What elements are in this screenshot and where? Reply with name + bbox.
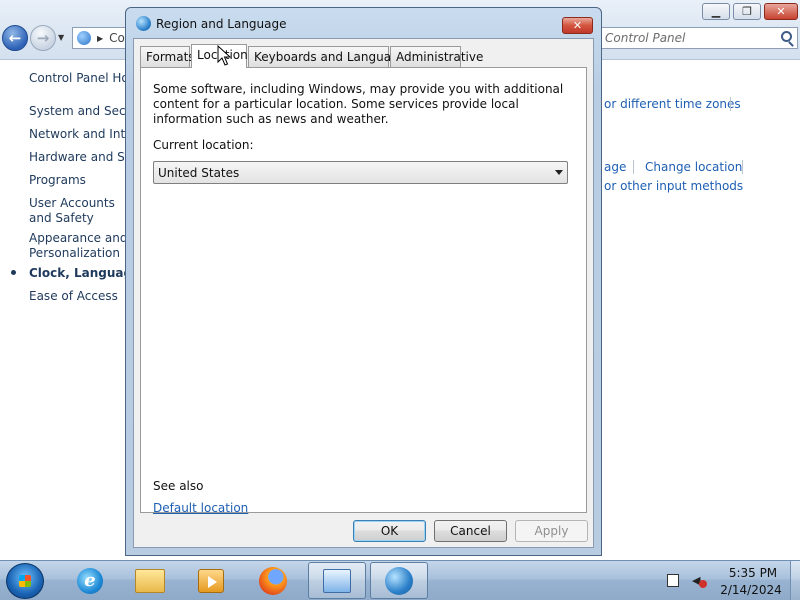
media-player-icon bbox=[198, 568, 224, 593]
taskbar-firefox[interactable] bbox=[245, 562, 301, 599]
sidebar-item-programs[interactable]: Programs bbox=[29, 173, 86, 188]
taskbar-windows-explorer[interactable] bbox=[122, 562, 178, 599]
mouse-pointer-icon bbox=[217, 45, 231, 66]
tab-formats[interactable]: Formats bbox=[140, 46, 195, 67]
ok-button[interactable]: OK bbox=[353, 520, 426, 542]
breadcrumb-separator-icon[interactable]: ▶ bbox=[97, 34, 103, 43]
recent-pages-dropdown[interactable]: ▼ bbox=[58, 33, 64, 42]
back-button[interactable]: ← bbox=[2, 25, 28, 51]
folder-icon bbox=[135, 568, 165, 593]
maximize-button[interactable]: ❐ bbox=[733, 3, 761, 20]
language-link[interactable]: age bbox=[604, 160, 626, 174]
forward-button[interactable]: → bbox=[30, 25, 56, 51]
sidebar-item-home[interactable]: Control Panel Ho bbox=[29, 71, 129, 86]
address-text: Co bbox=[109, 31, 125, 45]
back-arrow-icon: ← bbox=[8, 29, 22, 47]
location-description: Some software, including Windows, may pr… bbox=[153, 82, 564, 126]
change-location-link[interactable]: Change location bbox=[645, 160, 742, 174]
globe-icon bbox=[136, 16, 151, 31]
windows-logo-icon bbox=[19, 575, 31, 587]
search-icon[interactable] bbox=[781, 31, 792, 42]
region-language-icon bbox=[385, 566, 413, 595]
action-center-flag-icon[interactable] bbox=[667, 574, 679, 587]
taskbar: e bbox=[0, 560, 800, 600]
tab-administrative[interactable]: Administrative bbox=[390, 46, 483, 67]
clock-date[interactable]: 2/14/2024 bbox=[716, 583, 786, 597]
dialog-close-button[interactable]: ✕ bbox=[562, 17, 593, 34]
firefox-icon bbox=[259, 566, 287, 595]
location-tab-panel: Some software, including Windows, may pr… bbox=[140, 67, 587, 515]
address-bar[interactable]: ▶ Co bbox=[72, 27, 132, 49]
taskbar-control-panel[interactable] bbox=[308, 562, 366, 599]
sidebar-item-ease-of-access[interactable]: Ease of Access bbox=[29, 289, 118, 304]
minimize-button[interactable]: ▁ bbox=[702, 3, 730, 20]
region-language-dialog: Region and Language ✕ Formats Location K… bbox=[125, 7, 602, 556]
current-item-bullet-icon bbox=[11, 270, 16, 275]
current-location-value: United States bbox=[158, 165, 240, 180]
see-also-heading: See also bbox=[153, 479, 204, 493]
control-panel-icon bbox=[323, 568, 351, 593]
sidebar-item-user-accounts[interactable]: User Accounts and Safety bbox=[29, 196, 129, 226]
dialog-body: Formats Location Keyboards and Languages… bbox=[133, 38, 594, 548]
chevron-down-icon bbox=[555, 170, 563, 175]
start-button[interactable] bbox=[6, 563, 44, 599]
link-separator bbox=[633, 160, 634, 174]
control-panel-icon bbox=[77, 31, 91, 45]
dialog-title: Region and Language bbox=[156, 17, 287, 31]
taskbar-region-language[interactable] bbox=[370, 562, 428, 599]
apply-button[interactable]: Apply bbox=[515, 520, 588, 542]
current-location-select[interactable]: United States bbox=[153, 161, 568, 184]
tab-keyboards-languages[interactable]: Keyboards and Languages bbox=[248, 46, 412, 67]
sidebar-item-network[interactable]: Network and Inter bbox=[29, 127, 137, 142]
current-location-label: Current location: bbox=[153, 138, 254, 152]
time-zones-link[interactable]: or different time zones bbox=[604, 97, 741, 111]
search-input[interactable]: Control Panel bbox=[600, 27, 798, 49]
internet-explorer-icon: e bbox=[77, 567, 103, 594]
link-separator bbox=[730, 97, 731, 111]
input-methods-link[interactable]: or other input methods bbox=[604, 179, 743, 193]
cancel-button[interactable]: Cancel bbox=[434, 520, 507, 542]
default-location-link[interactable]: Default location bbox=[153, 501, 248, 515]
mute-icon bbox=[699, 580, 707, 588]
taskbar-media-player[interactable] bbox=[183, 562, 239, 599]
clock-time[interactable]: 5:35 PM bbox=[723, 566, 783, 580]
link-separator bbox=[742, 160, 743, 174]
sidebar-item-appearance[interactable]: Appearance and Personalization bbox=[29, 231, 129, 261]
taskbar-internet-explorer[interactable]: e bbox=[62, 562, 118, 599]
close-window-button[interactable]: ✕ bbox=[764, 3, 798, 20]
forward-arrow-icon: → bbox=[36, 29, 50, 47]
search-placeholder: Control Panel bbox=[605, 31, 686, 45]
sidebar-item-hardware-sound[interactable]: Hardware and Sou bbox=[29, 150, 140, 165]
close-icon: ✕ bbox=[572, 19, 583, 32]
show-desktop-button[interactable] bbox=[790, 561, 800, 600]
